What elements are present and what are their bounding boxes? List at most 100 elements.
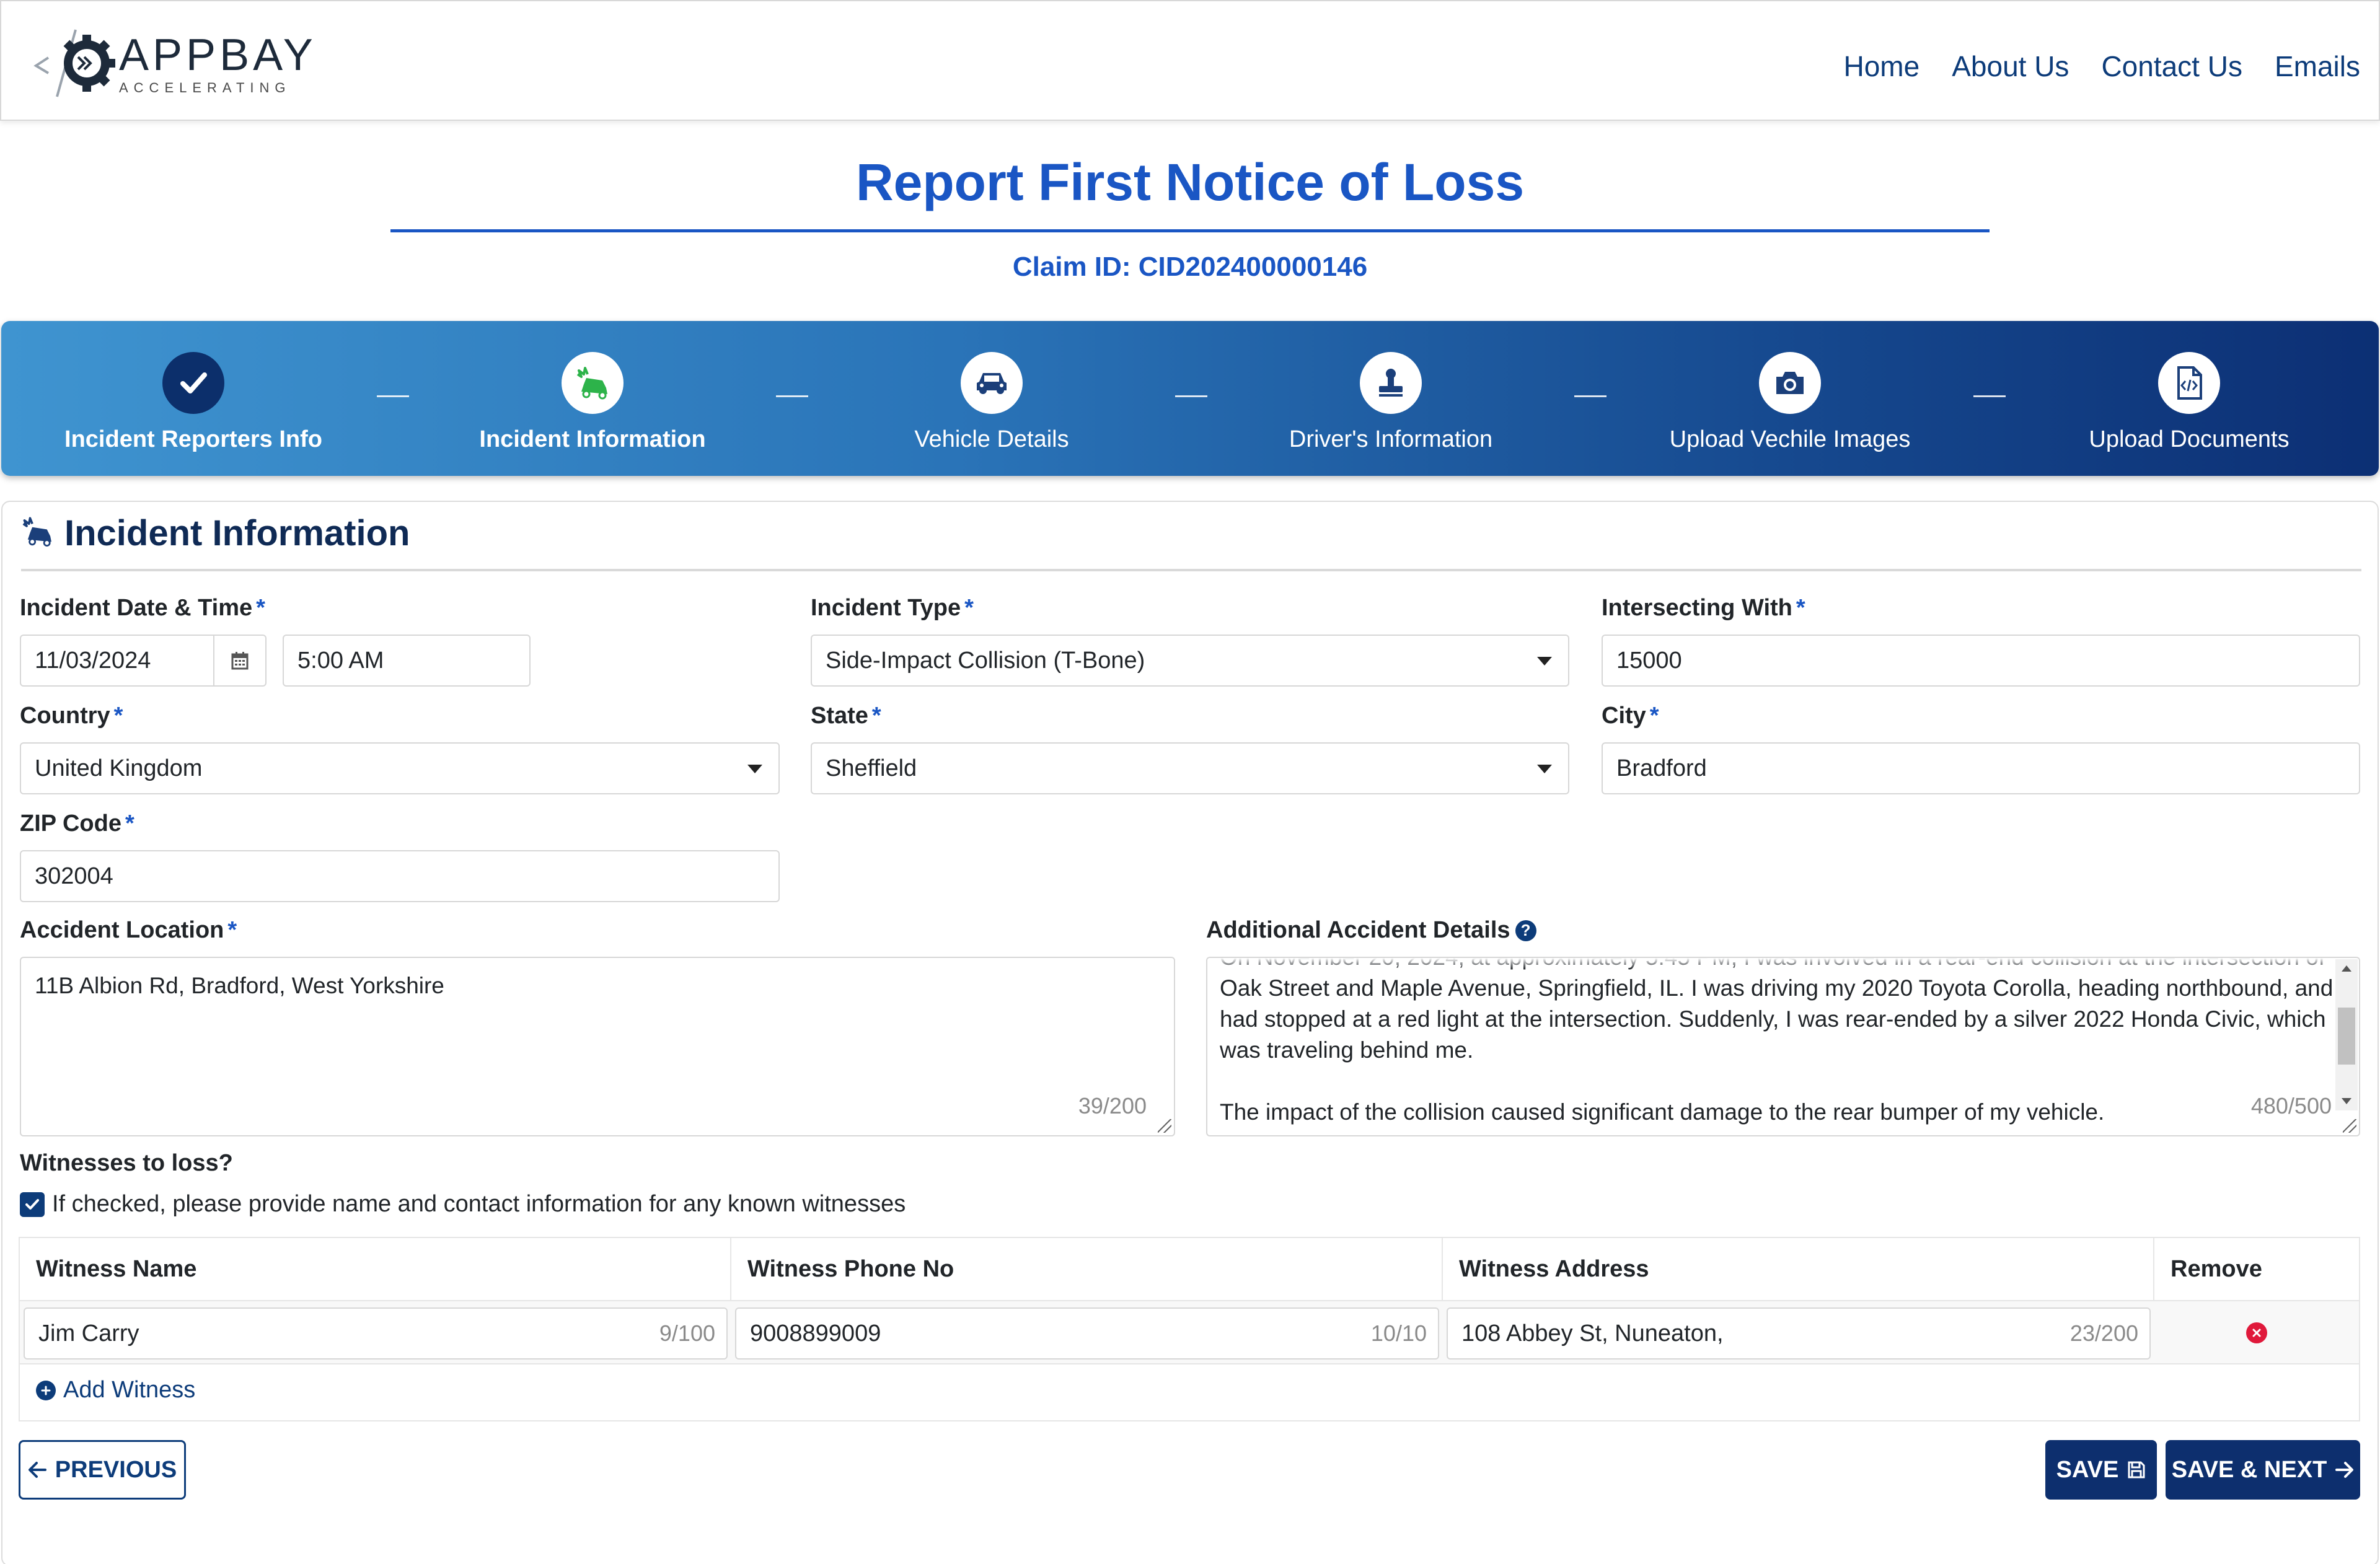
textarea-value: 11B Albion Rd, Bradford, West Yorkshire bbox=[35, 973, 444, 998]
additional-details-textarea[interactable]: On November 20, 2024, at approximately 5… bbox=[1206, 957, 2360, 1136]
top-navbar: APPBAY ACCELERATING Home About Us Contac… bbox=[0, 0, 2380, 121]
select-value: United Kingdom bbox=[35, 755, 203, 781]
witnesses-checkbox-text: If checked, please provide name and cont… bbox=[52, 1191, 906, 1217]
save-button[interactable]: SAVE bbox=[2045, 1440, 2157, 1500]
nav-home-link[interactable]: Home bbox=[1844, 50, 1920, 83]
main-nav: Home About Us Contact Us Emails bbox=[1844, 50, 2361, 83]
scroll-up-icon[interactable] bbox=[2342, 965, 2351, 972]
resize-handle-icon[interactable] bbox=[2343, 1119, 2356, 1133]
scrollbar[interactable] bbox=[2335, 959, 2358, 1110]
add-witness-label: Add Witness bbox=[63, 1377, 196, 1403]
chevron-down-icon bbox=[1537, 765, 1552, 773]
remove-witness-icon[interactable] bbox=[2246, 1322, 2267, 1343]
label-text: City bbox=[1602, 703, 1646, 729]
button-label: SAVE bbox=[2056, 1456, 2119, 1483]
step-label: Incident Information bbox=[479, 426, 706, 452]
column-header-witness-address: Witness Address bbox=[1443, 1238, 2154, 1300]
button-label: PREVIOUS bbox=[55, 1456, 177, 1483]
table-row: Jim Carry 9/100 9008899009 10/10 108 Abb… bbox=[20, 1300, 2359, 1364]
label-text: Incident Date & Time bbox=[20, 595, 253, 621]
intersecting-with-input[interactable]: 15000 bbox=[1602, 635, 2360, 687]
page-title: Report First Notice of Loss bbox=[855, 153, 1525, 211]
chevron-down-icon bbox=[1537, 657, 1552, 666]
witness-name-input[interactable]: Jim Carry 9/100 bbox=[24, 1307, 728, 1360]
resize-handle-icon[interactable] bbox=[1158, 1119, 1171, 1133]
step-label: Upload Vechile Images bbox=[1669, 426, 1911, 452]
witnesses-label: Witnesses to loss? bbox=[20, 1150, 233, 1176]
city-label: City * bbox=[1602, 703, 1659, 729]
zip-input[interactable]: 302004 bbox=[20, 850, 780, 902]
camera-icon bbox=[1759, 352, 1821, 414]
scroll-thumb[interactable] bbox=[2338, 1008, 2355, 1065]
state-label: State * bbox=[811, 703, 881, 729]
previous-button[interactable]: PREVIOUS bbox=[19, 1440, 186, 1500]
car-crash-icon bbox=[562, 352, 624, 414]
file-code-icon bbox=[2158, 352, 2220, 414]
incident-type-label: Incident Type * bbox=[811, 595, 974, 621]
witness-address-input[interactable]: 108 Abbey St, Nuneaton, 23/200 bbox=[1447, 1307, 2151, 1360]
accident-location-label: Accident Location * bbox=[20, 917, 237, 943]
text-line: The impact of the collision caused signi… bbox=[1220, 1099, 2105, 1125]
plus-circle-icon bbox=[36, 1380, 56, 1400]
floppy-disk-icon bbox=[2128, 1461, 2145, 1478]
incident-time-input[interactable]: 5:00 AM bbox=[283, 635, 531, 687]
witnesses-checkbox[interactable] bbox=[20, 1192, 45, 1217]
nav-contact-link[interactable]: Contact Us bbox=[2101, 50, 2242, 83]
add-witness-button[interactable]: Add Witness bbox=[36, 1377, 195, 1404]
input-value: Jim Carry bbox=[38, 1320, 139, 1347]
nav-emails-link[interactable]: Emails bbox=[2275, 50, 2360, 83]
step-drivers-information[interactable]: Driver's Information bbox=[1217, 352, 1564, 453]
car-icon bbox=[961, 352, 1023, 414]
check-icon bbox=[162, 352, 224, 414]
step-upload-documents[interactable]: Upload Documents bbox=[2016, 352, 2363, 453]
label-text: Accident Location bbox=[20, 917, 224, 943]
calendar-icon[interactable] bbox=[214, 635, 267, 687]
scroll-down-icon[interactable] bbox=[2342, 1098, 2351, 1104]
appbay-logo[interactable]: APPBAY ACCELERATING bbox=[30, 24, 317, 104]
label-text: Country bbox=[20, 703, 110, 729]
label-text: Incident Type bbox=[811, 595, 961, 621]
car-crash-icon bbox=[21, 516, 57, 551]
country-select[interactable]: United Kingdom bbox=[20, 742, 780, 794]
step-separator bbox=[1973, 395, 2006, 397]
step-separator bbox=[1175, 395, 1207, 397]
accident-location-textarea[interactable]: 11B Albion Rd, Bradford, West Yorkshire … bbox=[20, 957, 1175, 1136]
select-value: Side-Impact Collision (T-Bone) bbox=[826, 647, 1145, 674]
zip-label: ZIP Code * bbox=[20, 811, 134, 837]
column-header-witness-phone: Witness Phone No bbox=[731, 1238, 1443, 1300]
text-line: Oak Street and Maple Avenue, Springfield… bbox=[1220, 975, 2334, 1001]
state-select[interactable]: Sheffield bbox=[811, 742, 1569, 794]
incident-datetime-label: Incident Date & Time * bbox=[20, 595, 265, 621]
progress-stepper: Incident Reporters Info Incident Informa… bbox=[1, 321, 2379, 476]
chevron-down-icon bbox=[747, 765, 762, 773]
column-header-witness-name: Witness Name bbox=[20, 1238, 731, 1300]
step-vehicle-details[interactable]: Vehicle Details bbox=[818, 352, 1165, 453]
step-incident-information[interactable]: Incident Information bbox=[419, 352, 766, 453]
logo-tagline: ACCELERATING bbox=[119, 80, 291, 95]
city-input[interactable]: Bradford bbox=[1602, 742, 2360, 794]
section-title: Incident Information bbox=[21, 502, 410, 564]
arrow-right-icon bbox=[2335, 1462, 2354, 1478]
country-label: Country * bbox=[20, 703, 123, 729]
step-incident-reporters-info[interactable]: Incident Reporters Info bbox=[20, 352, 367, 453]
incident-date-input[interactable]: 11/03/2024 bbox=[20, 635, 214, 687]
input-value: 108 Abbey St, Nuneaton, bbox=[1461, 1320, 1724, 1347]
step-separator bbox=[1574, 395, 1606, 397]
char-counter: 480/500 bbox=[2250, 1093, 2332, 1118]
label-text: Intersecting With bbox=[1602, 595, 1792, 621]
help-circle-icon[interactable]: ? bbox=[1515, 920, 1536, 941]
step-label: Upload Documents bbox=[2089, 426, 2290, 452]
step-separator bbox=[776, 395, 808, 397]
step-label: Driver's Information bbox=[1289, 426, 1493, 452]
char-counter: 39/200 bbox=[1078, 1093, 1147, 1118]
section-divider bbox=[21, 569, 2361, 571]
char-counter: 9/100 bbox=[659, 1320, 715, 1346]
witness-table: Witness Name Witness Phone No Witness Ad… bbox=[19, 1237, 2360, 1421]
text-line-blank bbox=[1220, 1066, 2328, 1097]
additional-details-label: Additional Accident Details ? bbox=[1206, 917, 1536, 944]
step-upload-vehicle-images[interactable]: Upload Vechile Images bbox=[1616, 352, 1963, 453]
save-and-next-button[interactable]: SAVE & NEXT bbox=[2166, 1440, 2360, 1500]
witness-phone-input[interactable]: 9008899009 10/10 bbox=[735, 1307, 1439, 1360]
nav-about-link[interactable]: About Us bbox=[1952, 50, 2069, 83]
incident-type-select[interactable]: Side-Impact Collision (T-Bone) bbox=[811, 635, 1569, 687]
